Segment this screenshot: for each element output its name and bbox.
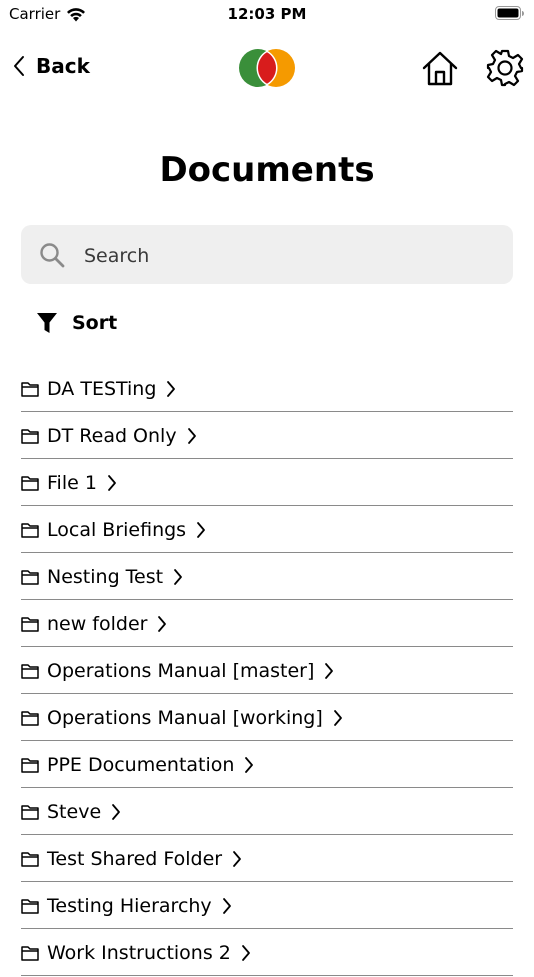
chevron-right-icon bbox=[241, 944, 250, 961]
folder-list: DA TESTing DT Read Only File 1 Local Bri… bbox=[21, 366, 513, 977]
folder-name: File 1 bbox=[47, 471, 97, 494]
chevron-right-icon bbox=[233, 850, 242, 867]
folder-icon bbox=[21, 428, 39, 444]
chevron-right-icon bbox=[333, 709, 342, 726]
search-input[interactable] bbox=[82, 225, 506, 286]
folder-item[interactable]: Testing Hierarchy bbox=[21, 883, 513, 929]
back-button[interactable]: Back bbox=[12, 54, 90, 78]
folder-name: Operations Manual [working] bbox=[47, 706, 323, 729]
folder-item[interactable]: Test Shared Folder bbox=[21, 836, 513, 882]
chevron-right-icon bbox=[112, 803, 121, 820]
battery-icon bbox=[495, 6, 524, 20]
folder-item[interactable]: PPE Documentation bbox=[21, 742, 513, 788]
search-icon bbox=[40, 243, 65, 268]
folder-icon bbox=[21, 757, 39, 773]
folder-item[interactable]: new folder bbox=[21, 601, 513, 647]
navigation-bar: Back bbox=[0, 40, 534, 96]
status-bar: Carrier 12:03 PM bbox=[0, 0, 534, 28]
folder-icon bbox=[21, 851, 39, 867]
filter-icon bbox=[37, 313, 57, 333]
folder-icon bbox=[21, 522, 39, 538]
folder-item[interactable]: Nesting Test bbox=[21, 554, 513, 600]
folder-icon bbox=[21, 804, 39, 820]
folder-item[interactable]: Steve bbox=[21, 789, 513, 835]
search-bar[interactable] bbox=[21, 225, 513, 286]
back-label: Back bbox=[36, 54, 90, 78]
folder-name: Operations Manual [master] bbox=[47, 659, 315, 682]
status-time: 12:03 PM bbox=[227, 5, 307, 23]
folder-item[interactable]: DA TESTing bbox=[21, 366, 513, 412]
chevron-left-icon bbox=[14, 56, 24, 76]
folder-item[interactable]: Operations Manual [master] bbox=[21, 648, 513, 694]
chevron-right-icon bbox=[245, 756, 254, 773]
folder-name: Nesting Test bbox=[47, 565, 164, 588]
folder-name: DT Read Only bbox=[47, 424, 177, 447]
folder-item[interactable]: Work Instructions 2 bbox=[21, 930, 513, 976]
sort-label: Sort bbox=[72, 312, 118, 334]
folder-item[interactable]: Operations Manual [working] bbox=[21, 695, 513, 741]
folder-icon bbox=[21, 475, 39, 491]
folder-name: Work Instructions 2 bbox=[47, 941, 231, 964]
home-icon[interactable] bbox=[420, 48, 460, 88]
folder-name: DA TESTing bbox=[47, 377, 157, 400]
app-logo bbox=[239, 49, 295, 87]
folder-name: new folder bbox=[47, 612, 148, 635]
sort-button[interactable]: Sort bbox=[36, 312, 117, 334]
chevron-right-icon bbox=[108, 474, 116, 491]
chevron-right-icon bbox=[222, 897, 231, 914]
folder-name: Steve bbox=[47, 800, 102, 823]
folder-icon bbox=[21, 710, 39, 726]
folder-name: Testing Hierarchy bbox=[47, 894, 212, 917]
folder-icon bbox=[21, 569, 39, 585]
folder-name: Test Shared Folder bbox=[47, 847, 223, 870]
folder-icon bbox=[21, 381, 39, 397]
chevron-right-icon bbox=[187, 427, 196, 444]
folder-name: Local Briefings bbox=[47, 518, 187, 541]
gear-icon[interactable] bbox=[485, 48, 525, 88]
page-title: Documents bbox=[159, 150, 375, 190]
folder-item[interactable]: File 1 bbox=[21, 460, 513, 506]
folder-icon bbox=[21, 945, 39, 961]
chevron-right-icon bbox=[158, 615, 167, 632]
folder-item[interactable]: DT Read Only bbox=[21, 413, 513, 459]
folder-icon bbox=[21, 663, 39, 679]
chevron-right-icon bbox=[174, 568, 182, 585]
folder-item[interactable]: Local Briefings bbox=[21, 507, 513, 553]
chevron-right-icon bbox=[167, 380, 176, 397]
folder-icon bbox=[21, 898, 39, 914]
folder-name: PPE Documentation bbox=[47, 753, 235, 776]
folder-icon bbox=[21, 616, 39, 632]
chevron-right-icon bbox=[325, 662, 334, 679]
chevron-right-icon bbox=[197, 521, 205, 538]
